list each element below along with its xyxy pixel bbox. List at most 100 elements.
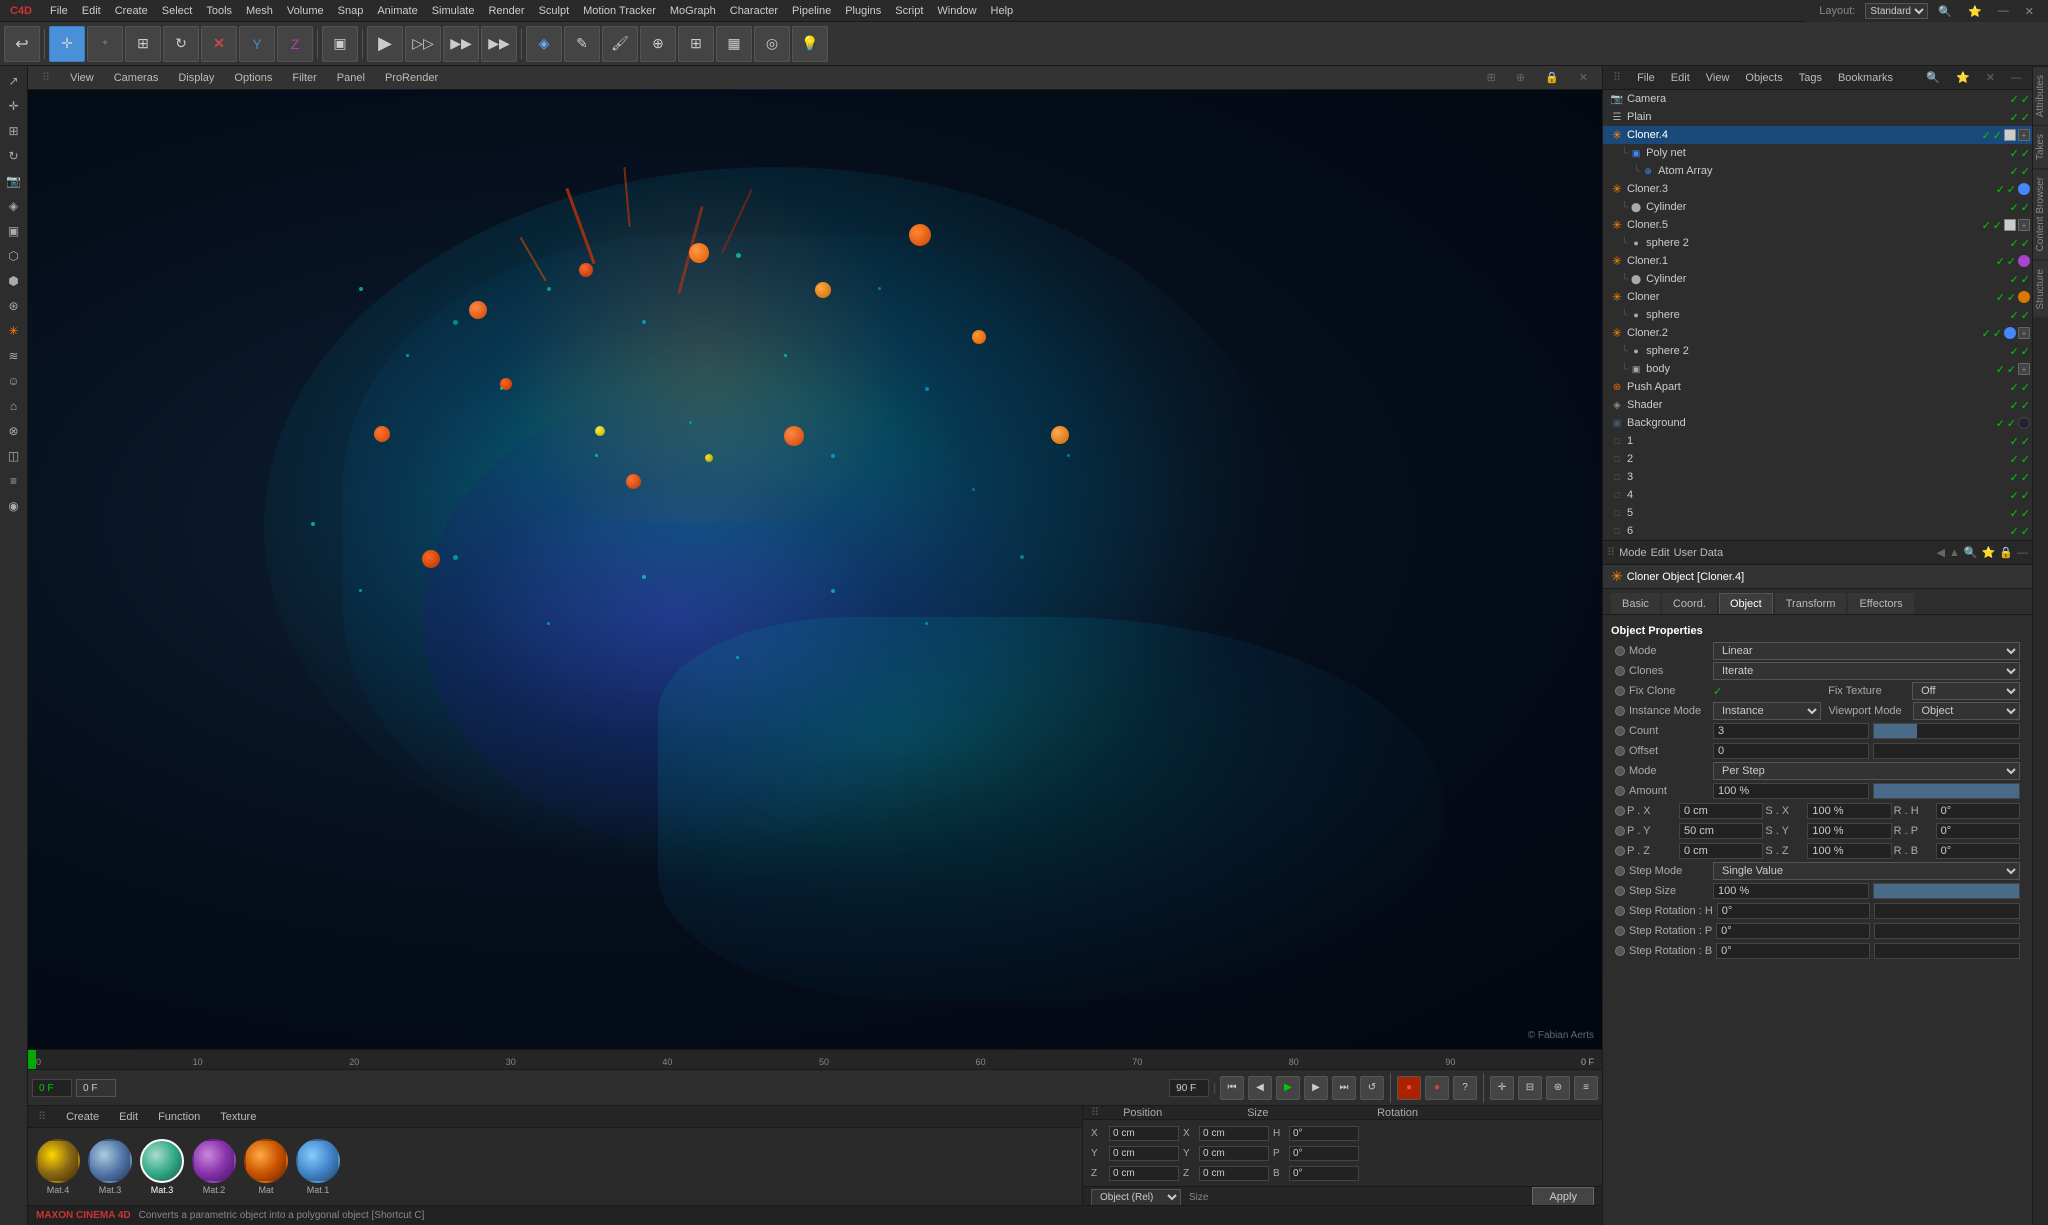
clones-select[interactable]: Iterate Random [1713,662,2020,680]
attr-edit-btn[interactable]: Edit [1651,547,1670,559]
key-auto-button[interactable]: ⊛ [1546,1076,1570,1100]
menu-character[interactable]: Character [724,3,784,19]
obj-vis-6[interactable]: ✓ [2010,525,2019,538]
viewportmode-select[interactable]: Object Points [1913,702,2021,720]
sidebar-brush-icon[interactable]: ◉ [3,495,25,517]
sidebar-tag-icon[interactable]: ⊗ [3,420,25,442]
sidebar-rotate-icon[interactable]: ↻ [3,145,25,167]
select-tool-button[interactable]: ✛ [49,26,85,62]
goto-start-button[interactable]: ⏮ [1220,1076,1244,1100]
obj-vis-5[interactable]: ✓ [2010,507,2019,520]
obj-vis-atomarray[interactable]: ✓ [2010,165,2019,178]
mat-tab-create[interactable]: Create [60,1109,105,1125]
obj-row-pushapart[interactable]: ⊛ Push Apart ✓ ✓ [1603,378,2032,396]
clones-circle[interactable] [1615,666,1625,676]
obj-row-sphere2a[interactable]: └ ● sphere 2 ✓ ✓ [1603,234,2032,252]
transform-button[interactable]: ✕ [201,26,237,62]
sidebar-deform-icon[interactable]: ⊛ [3,295,25,317]
mode2-circle[interactable] [1615,766,1625,776]
mode-circle[interactable] [1615,646,1625,656]
offset-circle[interactable] [1615,746,1625,756]
obj-vis-1[interactable]: ✓ [2010,435,2019,448]
size-x-input[interactable] [1199,1126,1269,1141]
anim-forward-button[interactable]: ▷▷ [405,26,441,62]
sidebar-light-icon[interactable]: ◈ [3,195,25,217]
start-frame[interactable]: 0 F [32,1079,72,1097]
size-y-input[interactable] [1199,1146,1269,1161]
menu-render[interactable]: Render [482,3,530,19]
obj-render-cloner3[interactable]: ✓ [2007,183,2016,196]
obj-render-cloner[interactable]: ✓ [2007,291,2016,304]
next-frame-button[interactable]: ▶ [1304,1076,1328,1100]
obj-toolbar-file[interactable]: File [1631,70,1661,86]
move-tool-button[interactable]: + [87,26,123,62]
pos-z-input[interactable] [1109,1166,1179,1181]
obj-render-cloner2[interactable]: ✓ [1993,327,2002,340]
obj-toolbar-view[interactable]: View [1700,70,1736,86]
obj-vis-cyl1[interactable]: ✓ [2010,201,2019,214]
vp-icon-expand[interactable]: ⊞ [1481,69,1502,86]
obj-row-cloner5[interactable]: ✳ Cloner.5 ✓ ✓ + [1603,216,2032,234]
obj-render-bg[interactable]: ✓ [2007,417,2016,430]
attr-tab-basic[interactable]: Basic [1611,593,1660,614]
material-item-2[interactable]: Mat.2 [192,1139,236,1195]
vp-icon-config[interactable]: ⊕ [1510,69,1531,86]
rot-b-input[interactable] [1289,1166,1359,1181]
obj-row-6[interactable]: □ 6 ✓ ✓ [1603,522,2032,540]
obj-vis-cloner[interactable]: ✓ [1996,291,2005,304]
obj-vis-body[interactable]: ✓ [1996,363,2005,376]
rb-input[interactable] [1936,843,2020,859]
steprotp-input[interactable] [1716,923,1870,939]
obj-render-cloner1[interactable]: ✓ [2007,255,2016,268]
key-add-button[interactable]: ✛ [1490,1076,1514,1100]
obj-row-1[interactable]: □ 1 ✓ ✓ [1603,432,2032,450]
amount-input[interactable] [1713,783,1869,799]
light-button[interactable]: 💡 [792,26,828,62]
obj-search-icon[interactable]: 🔍 [1920,69,1946,86]
obj-render-camera[interactable]: ✓ [2021,93,2030,106]
rot-h-input[interactable] [1289,1126,1359,1141]
obj-row-cloner3[interactable]: ✳ Cloner.3 ✓ ✓ [1603,180,2032,198]
obj-row-cloner2[interactable]: ✳ Cloner.2 ✓ ✓ + [1603,324,2032,342]
obj-render-body[interactable]: ✓ [2007,363,2016,376]
attr-search-icon[interactable]: 🔍 [1964,546,1978,559]
attr-tab-object[interactable]: Object [1719,593,1773,614]
obj-close-icon[interactable]: ✕ [1980,69,2001,86]
mat-tab-edit[interactable]: Edit [113,1109,144,1125]
obj-render-polynet[interactable]: ✓ [2021,147,2030,160]
bookmark-icon[interactable]: ⭐ [1962,3,1988,20]
attr-forward-icon[interactable]: ▲ [1949,547,1960,559]
menu-file[interactable]: File [44,3,74,19]
perspective-button[interactable]: ◈ [526,26,562,62]
sz-input[interactable] [1807,843,1891,859]
obj-row-cylinder2[interactable]: └ ⬤ Cylinder ✓ ✓ [1603,270,2032,288]
attr-mode-btn[interactable]: Mode [1619,547,1647,559]
vp-icon-lock[interactable]: 🔒 [1539,69,1565,86]
obj-row-polynet[interactable]: └ ▣ Poly net ✓ ✓ [1603,144,2032,162]
render-preview-button[interactable]: ▶▶ [443,26,479,62]
material-item-1[interactable]: Mat.1 [296,1139,340,1195]
grid-button[interactable]: ▦ [716,26,752,62]
obj-row-sphere2b[interactable]: └ ● sphere 2 ✓ ✓ [1603,342,2032,360]
obj-render-sphere2a[interactable]: ✓ [2021,237,2030,250]
obj-row-5[interactable]: □ 5 ✓ ✓ [1603,504,2032,522]
pz-input[interactable] [1679,843,1763,859]
record-pos-button[interactable]: ● [1425,1076,1449,1100]
quad-button[interactable]: ⊞ [678,26,714,62]
vp-tab-view[interactable]: View [64,70,100,86]
viewport-canvas[interactable]: © Fabian Aerts [28,90,1602,1049]
minimize-icon[interactable]: — [1992,3,2015,19]
menu-plugins[interactable]: Plugins [839,3,887,19]
object-space-select[interactable]: Object (Rel) [1091,1189,1181,1206]
steproth-input[interactable] [1717,903,1871,919]
object-mode-button[interactable]: ▣ [322,26,358,62]
obj-vis-sphere2a[interactable]: ✓ [2010,237,2019,250]
obj-toolbar-tags[interactable]: Tags [1793,70,1828,86]
obj-render-4[interactable]: ✓ [2021,489,2030,502]
obj-render-3[interactable]: ✓ [2021,471,2030,484]
obj-render-cloner4[interactable]: ✓ [1993,129,2002,142]
py-input[interactable] [1679,823,1763,839]
menu-create[interactable]: Create [109,3,154,19]
sy-input[interactable] [1807,823,1891,839]
layout-select[interactable]: Standard [1865,3,1928,19]
